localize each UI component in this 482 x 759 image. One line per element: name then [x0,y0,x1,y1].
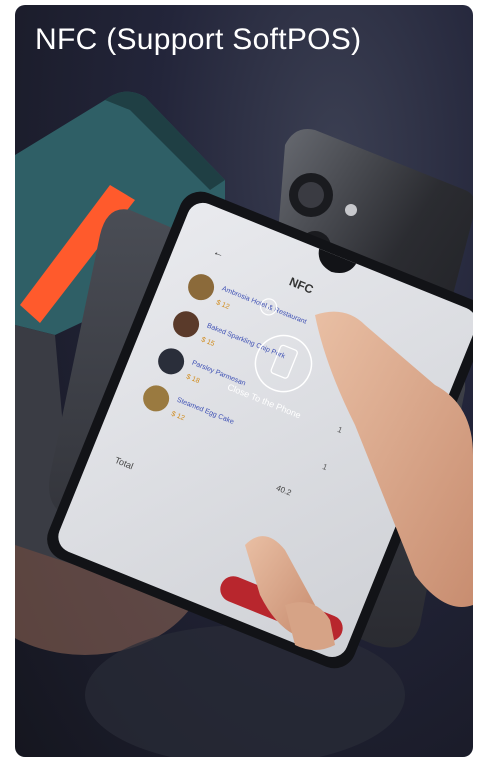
headline: NFC (Support SoftPOS) [35,23,362,56]
product-photo-card: NFC (Support SoftPOS) ← NFC Ambrosia Hot… [15,5,473,757]
nfc-payment-photo: ← NFC Ambrosia Hotel & Restaurant $ 12 1… [15,91,473,757]
